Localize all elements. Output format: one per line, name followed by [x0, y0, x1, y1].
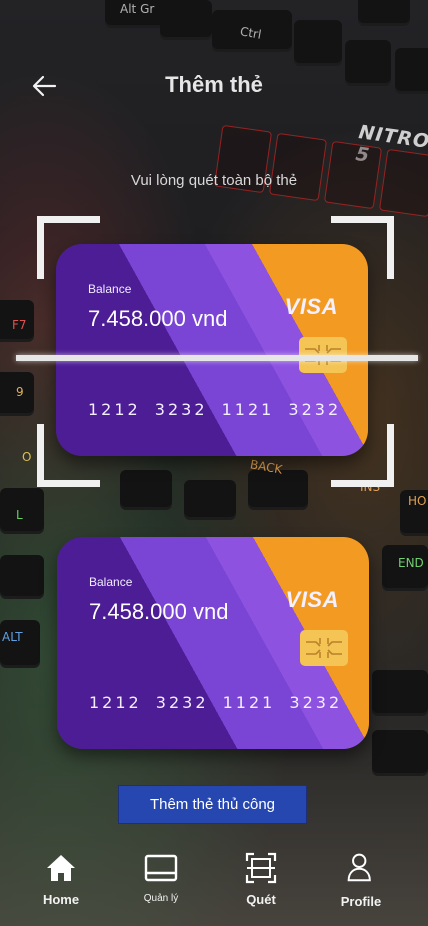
key-label: HO — [408, 494, 427, 508]
scan-icon — [245, 852, 277, 884]
bg-key — [0, 620, 40, 668]
page-title: Thêm thẻ — [165, 72, 263, 97]
bg-key — [372, 730, 428, 776]
scan-instruction: Vui lòng quét toàn bộ thẻ — [130, 172, 298, 189]
key-label: Alt Gr — [120, 2, 155, 16]
card-manage-icon — [144, 854, 178, 882]
scan-frame-corner — [37, 216, 100, 279]
bg-key — [358, 0, 410, 26]
feature-badge — [268, 132, 328, 202]
credit-card[interactable]: Balance 7.458.000 vnd VISA 1212 3232 112… — [57, 537, 369, 749]
nav-item-home[interactable]: Home — [21, 842, 101, 912]
nav-item-manage[interactable]: Quản lý — [121, 842, 201, 912]
nav-label: Quét — [246, 892, 276, 907]
nav-label: Quản lý — [143, 893, 179, 904]
key-label: END — [398, 556, 424, 570]
balance-value: 7.458.000 vnd — [88, 306, 228, 331]
scan-frame-corner — [331, 424, 394, 487]
bottom-nav: Home Quản lý Quét Profile — [0, 842, 428, 926]
scan-line — [16, 355, 418, 361]
card-number: 1212 3232 1121 3232 — [88, 400, 342, 419]
bg-key — [160, 0, 212, 40]
bg-key — [372, 670, 428, 716]
bg-key — [294, 20, 342, 66]
balance-label: Balance — [89, 575, 133, 589]
bg-key — [120, 470, 172, 510]
key-label: L — [16, 508, 23, 522]
chip-icon — [300, 630, 348, 666]
key-label: 9 — [16, 385, 24, 399]
balance-value: 7.458.000 vnd — [89, 599, 229, 624]
nav-item-profile[interactable]: Profile — [321, 842, 401, 912]
nav-label: Profile — [340, 894, 382, 909]
bg-key — [0, 555, 44, 599]
scan-frame-corner — [37, 424, 100, 487]
scan-frame-corner — [331, 216, 394, 279]
card-brand-logo: VISA — [285, 587, 339, 612]
nav-item-scan[interactable]: Quét — [221, 842, 301, 912]
home-icon — [47, 855, 75, 881]
key-label: O — [22, 450, 32, 464]
bg-key — [184, 480, 236, 520]
key-label: ALT — [2, 630, 23, 644]
card-brand-logo: VISA — [284, 294, 338, 319]
credit-card[interactable]: Balance 7.458.000 vnd VISA 1212 3232 112… — [56, 244, 368, 456]
balance-label: Balance — [88, 282, 132, 296]
card-number: 1212 3232 1121 3232 — [89, 693, 343, 712]
add-card-manually-button[interactable]: Thêm thẻ thủ công — [118, 785, 307, 824]
nav-label: Home — [42, 892, 80, 907]
user-icon — [347, 853, 371, 882]
key-label: F7 — [12, 318, 27, 332]
